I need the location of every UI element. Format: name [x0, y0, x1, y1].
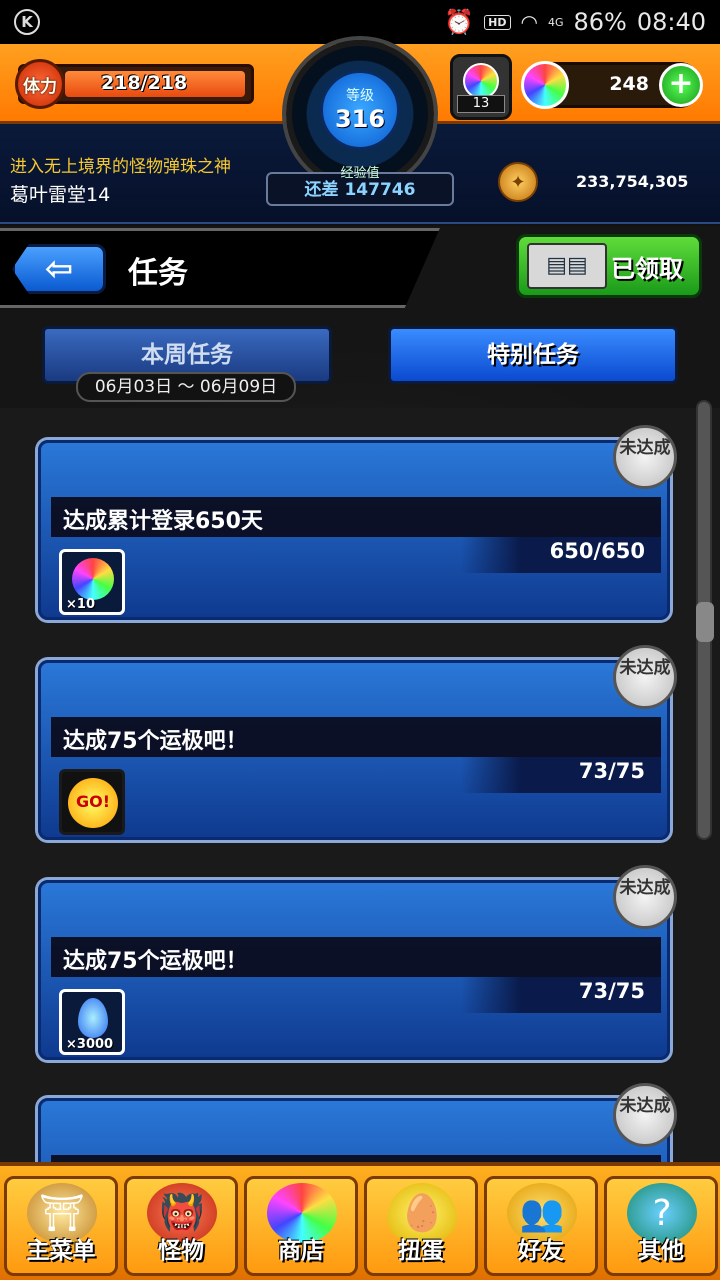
mission-title-bar	[51, 1155, 661, 1162]
mission-progress: 650/650	[549, 539, 645, 563]
level-value: 316	[334, 105, 386, 133]
collected-button[interactable]: ▤▤ 已领取	[516, 234, 702, 298]
nav-label: 商店	[278, 1238, 324, 1264]
scrollbar[interactable]	[696, 400, 714, 840]
tab-special[interactable]: 特别任务	[388, 326, 678, 384]
stamina-icon: 体力	[15, 59, 65, 109]
reward-slot: GO!	[59, 769, 125, 835]
status-badge: 未达成	[613, 865, 677, 929]
blue-flame-icon	[78, 998, 108, 1038]
player-name: 葛叶雷堂14	[10, 184, 111, 206]
hd-icon: HD	[484, 14, 511, 30]
mission-progress: 73/75	[578, 979, 645, 1003]
level-label: 等级	[346, 88, 374, 104]
nav-friends[interactable]: 👥 好友	[484, 1176, 598, 1276]
level-badge: 等级 316	[320, 70, 400, 150]
coin-count: 233,754,305	[576, 172, 689, 191]
reward-quantity: ×10	[66, 597, 95, 612]
nav-label: 扭蛋	[398, 1238, 444, 1264]
mission-card[interactable]: 未达成 达成75个运极吧！ 73/75 ×3000	[38, 865, 677, 1060]
date-range: 06月03日 ～ 06月09日	[76, 372, 296, 402]
bottom-nav: ⛩ 主菜单 👹 怪物 商店 🥚 扭蛋 👥 好友 ? 其他	[0, 1162, 720, 1280]
mission-card[interactable]: 未达成 达成75个运极吧！ 73/75 GO!	[38, 645, 677, 840]
nav-other[interactable]: ? 其他	[604, 1176, 718, 1276]
reward-quantity: ×3000	[66, 1037, 114, 1052]
nav-label: 主菜单	[26, 1238, 96, 1264]
exp-label: 经验值	[340, 166, 380, 181]
go-icon: GO!	[68, 778, 118, 828]
coin-icon: ✦	[498, 162, 538, 202]
mission-card[interactable]: 未达成 达成累计登录650天 650/650 ×10	[38, 425, 677, 620]
nav-label: 其他	[638, 1238, 684, 1264]
status-indicators: ⏰ HD ◠ 4G 86% 08:40	[444, 8, 706, 36]
player-title: 进入无上境界的怪物弹珠之神	[10, 157, 231, 177]
nav-shop[interactable]: 商店	[244, 1176, 358, 1276]
exp-box: 经验值 还差 147746	[266, 166, 454, 206]
nav-label: 好友	[518, 1238, 564, 1264]
gacha-ticket-button[interactable]: 13	[450, 54, 512, 120]
signal-label: 4G	[547, 15, 564, 29]
rainbow-orb-icon	[521, 61, 569, 109]
app-k-icon: K	[14, 9, 40, 35]
status-bar: K ⏰ HD ◠ 4G 86% 08:40	[0, 0, 720, 44]
nav-main-menu[interactable]: ⛩ 主菜单	[4, 1176, 118, 1276]
mission-card[interactable]: 未达成	[38, 1083, 677, 1162]
status-badge: 未达成	[613, 1083, 677, 1147]
battery-percent: 86%	[573, 8, 627, 36]
stamina-bar[interactable]: 体力 218/218	[15, 59, 254, 109]
status-badge: 未达成	[613, 645, 677, 709]
mission-progress: 73/75	[578, 759, 645, 783]
mission-title: 达成累计登录650天	[63, 509, 263, 534]
collected-label: 已领取	[611, 255, 683, 283]
back-button[interactable]: ⇦	[12, 244, 106, 294]
nav-label: 怪物	[158, 1238, 204, 1264]
reward-slot: ×10	[59, 549, 125, 615]
page-title: 任务	[128, 256, 188, 291]
clock: 08:40	[636, 8, 706, 36]
buy-orbs-button[interactable]: +	[659, 63, 703, 107]
mission-title: 达成75个运极吧！	[63, 729, 248, 754]
nav-gacha[interactable]: 🥚 扭蛋	[364, 1176, 478, 1276]
stamina-value: 218/218	[101, 72, 188, 94]
reward-slot: ×3000	[59, 989, 125, 1055]
gacha-ball-icon	[463, 63, 499, 99]
status-badge: 未达成	[613, 425, 677, 489]
rainbow-orb-icon	[72, 558, 114, 600]
orb-count: 248	[609, 73, 649, 95]
gacha-count: 13	[457, 95, 505, 113]
mission-title: 达成75个运极吧！	[63, 949, 248, 974]
mission-list[interactable]: 未达成 达成累计登录650天 650/650 ×10 未达成 达成75个运极吧！…	[0, 408, 720, 1162]
alarm-icon: ⏰	[444, 8, 475, 36]
wifi-icon: ◠	[520, 10, 538, 34]
nav-monster[interactable]: 👹 怪物	[124, 1176, 238, 1276]
book-icon: ▤▤	[527, 243, 607, 289]
scroll-thumb[interactable]	[696, 602, 714, 642]
orb-counter: 248 +	[521, 61, 703, 109]
